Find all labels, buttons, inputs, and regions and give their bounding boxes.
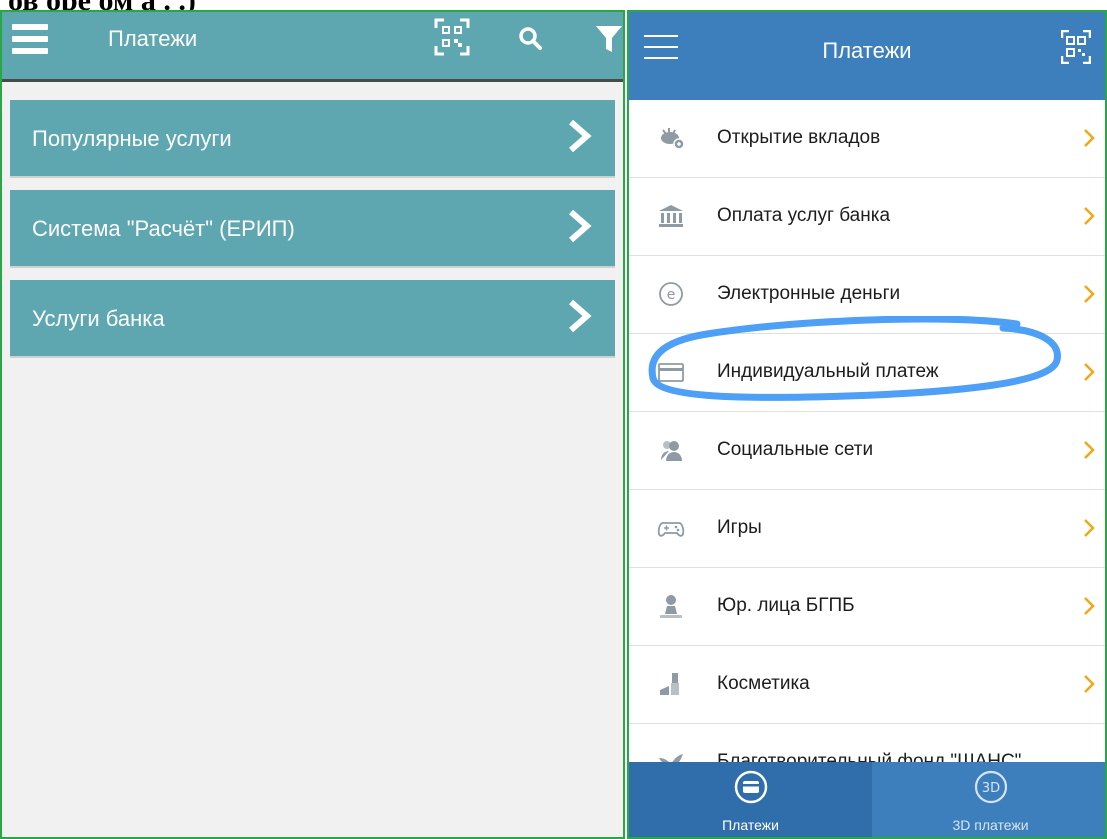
card-icon — [658, 363, 684, 382]
filter-icon[interactable] — [596, 26, 622, 54]
list-item-deposits[interactable]: Открытие вкладов — [629, 100, 1105, 178]
chevron-right-icon — [569, 209, 592, 243]
qr-code-icon[interactable] — [434, 18, 470, 56]
gamepad-icon — [657, 522, 685, 537]
chevron-right-icon — [1084, 363, 1095, 381]
menu-item-popular[interactable]: Популярные услуги — [10, 100, 615, 176]
chevron-right-icon — [569, 299, 592, 333]
people-icon — [661, 441, 682, 461]
list-item-bank-services[interactable]: Оплата услуг банка — [629, 178, 1105, 256]
svg-text:e: e — [667, 287, 676, 303]
chevron-right-icon — [569, 119, 592, 153]
list-item-label: Социальные сети — [717, 439, 874, 460]
menu-item-label: Система "Расчёт" (ЕРИП) — [32, 216, 295, 241]
right-page-title: Платежи — [822, 38, 912, 63]
left-page-title: Платежи — [108, 26, 198, 51]
3d-icon: 3D — [974, 770, 1007, 804]
bottom-tab-bar: Платежи 3D 3D платежи — [629, 762, 1105, 837]
menu-item-label: Услуги банка — [32, 306, 165, 331]
list-item-individual-payment[interactable]: Индивидуальный платеж — [629, 334, 1105, 412]
list-item-label: Оплата услуг банка — [717, 205, 891, 226]
left-header: Платежи — [2, 12, 623, 79]
list-item-e-money[interactable]: e Электронные деньги — [629, 256, 1105, 334]
list-item-label: Открытие вкладов — [717, 127, 881, 148]
svg-text:3D: 3D — [981, 781, 999, 796]
list-item-games[interactable]: Игры — [629, 490, 1105, 568]
list-item-label: Индивидуальный платеж — [717, 361, 939, 382]
tab-label: 3D платежи — [952, 817, 1029, 833]
list-item-social-networks[interactable]: Социальные сети — [629, 412, 1105, 490]
chevron-right-icon — [1084, 207, 1095, 225]
hamburger-menu-icon[interactable] — [12, 24, 48, 58]
person-icon — [660, 595, 682, 618]
list-item-label: Юр. лица БГПБ — [717, 595, 855, 616]
menu-item-label: Популярные услуги — [32, 126, 232, 151]
chevron-right-icon — [1084, 129, 1095, 147]
card-icon — [734, 770, 767, 804]
list-item-label: Электронные деньги — [717, 283, 901, 304]
tab-label: Платежи — [722, 817, 779, 833]
cosmetics-icon — [660, 673, 679, 695]
menu-item-erip[interactable]: Система "Расчёт" (ЕРИП) — [10, 190, 615, 266]
piggy-bank-icon — [661, 128, 685, 150]
chevron-right-icon — [1084, 597, 1095, 615]
list-item-label: Косметика — [717, 673, 810, 694]
chevron-right-icon — [1084, 285, 1095, 303]
e-money-icon: e — [659, 282, 683, 306]
qr-code-icon[interactable] — [1061, 30, 1091, 64]
right-screenshot: Платежи Открытие вкладов Оплата услуг ба… — [627, 10, 1107, 839]
list-item-label: Игры — [717, 517, 762, 538]
chevron-right-icon — [1084, 441, 1095, 459]
left-screenshot: Платежи Популярные услуги Система "Расчё… — [0, 10, 625, 839]
list-item-legal-entities[interactable]: Юр. лица БГПБ — [629, 568, 1105, 646]
chevron-right-icon — [1084, 675, 1095, 693]
tab-3d-payments[interactable]: 3D 3D платежи — [872, 762, 1105, 837]
menu-item-bank-services[interactable]: Услуги банка — [10, 280, 615, 356]
list-item-cosmetics[interactable]: Косметика — [629, 646, 1105, 724]
right-header: Платежи — [629, 12, 1105, 100]
search-icon[interactable] — [518, 26, 542, 50]
tab-payments[interactable]: Платежи — [629, 762, 872, 837]
chevron-right-icon — [1084, 519, 1095, 537]
bank-icon — [659, 205, 683, 227]
